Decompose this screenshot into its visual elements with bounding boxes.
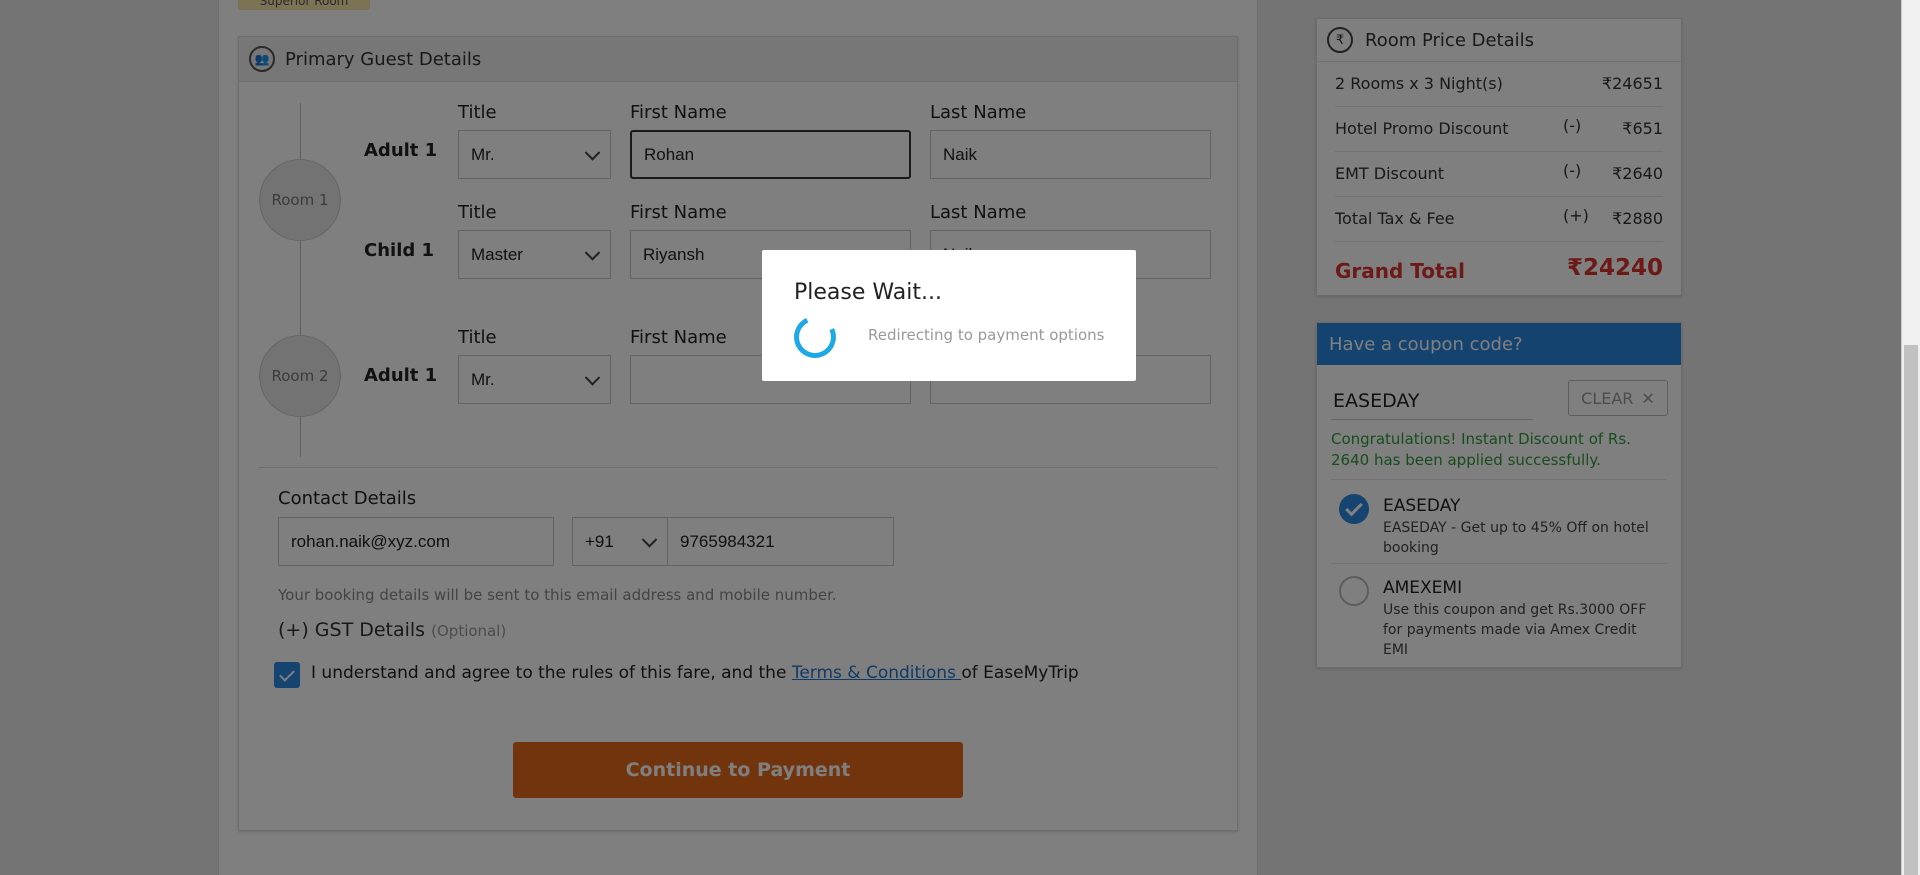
page-scrollbar[interactable]	[1901, 0, 1920, 875]
loading-spinner-icon	[788, 310, 842, 364]
dialog-title: Please Wait...	[794, 280, 942, 305]
dialog-message: Redirecting to payment options	[868, 326, 1105, 344]
please-wait-dialog: Please Wait... Redirecting to payment op…	[762, 250, 1136, 381]
scrollbar-thumb[interactable]	[1904, 345, 1918, 875]
modal-backdrop	[0, 0, 1920, 875]
